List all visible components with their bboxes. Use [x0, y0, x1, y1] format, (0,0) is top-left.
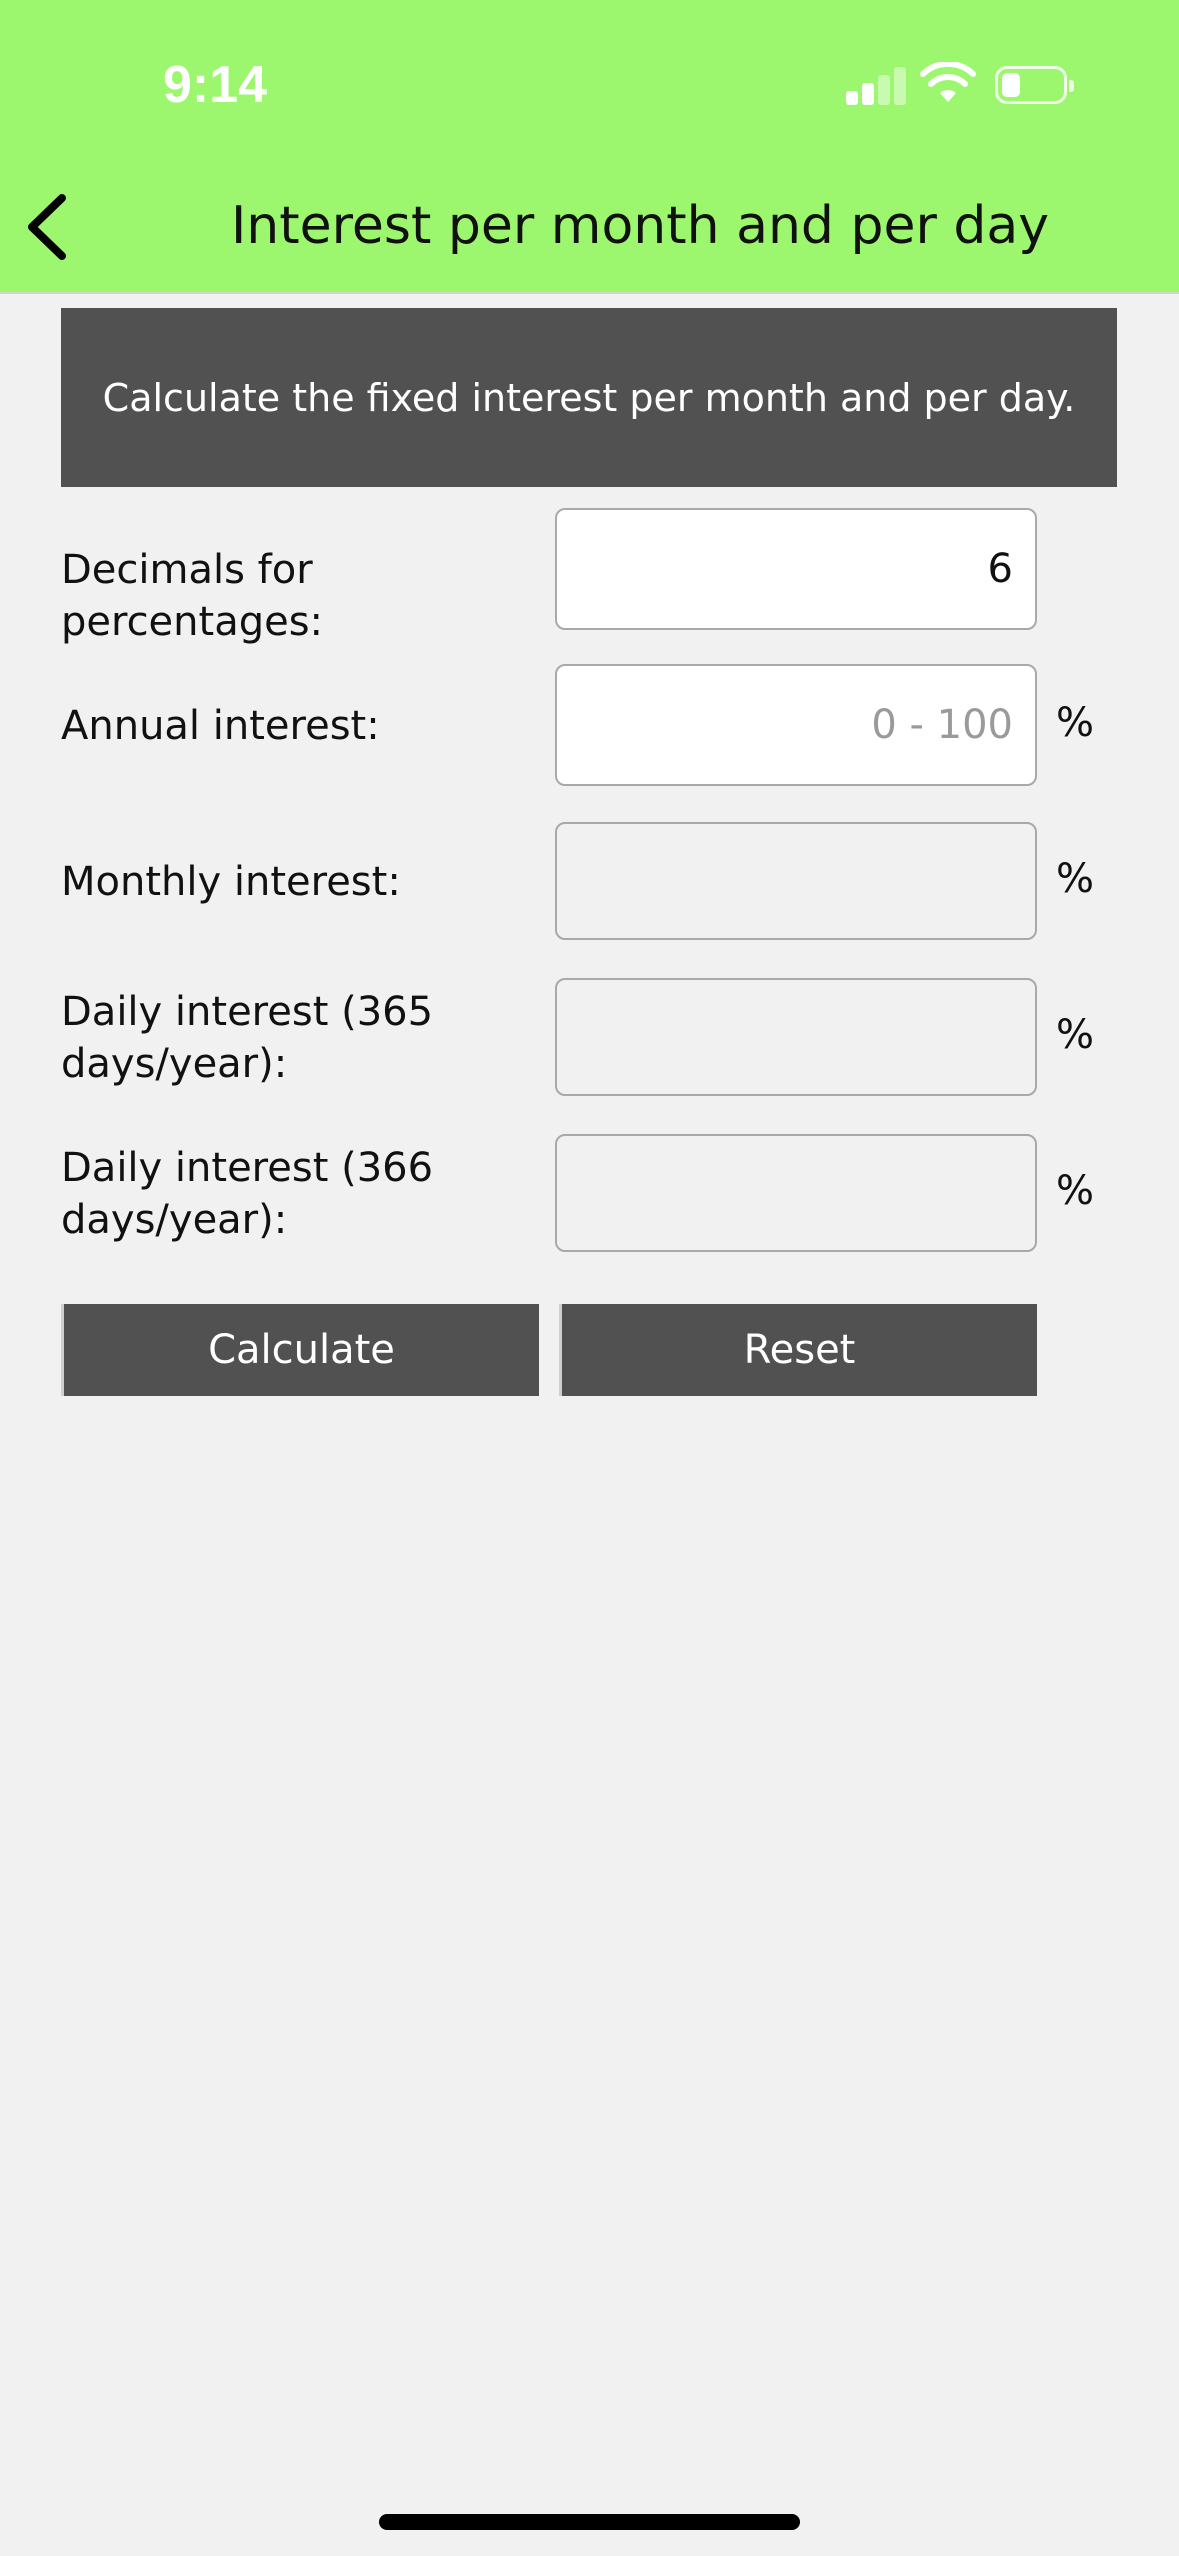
daily-365-percent-unit: %	[1056, 1012, 1095, 1058]
calculate-button[interactable]: Calculate	[61, 1304, 539, 1396]
daily-366-percent-unit: %	[1056, 1168, 1095, 1214]
monthly-interest-label: Monthly interest:	[61, 859, 401, 905]
daily-366-label: Daily interest (366 days/year):	[61, 1145, 434, 1243]
daily-365-output	[555, 978, 1037, 1096]
status-icons	[840, 60, 1080, 110]
wifi-icon	[920, 62, 976, 102]
annual-interest-label: Annual interest:	[61, 703, 380, 749]
annual-percent-unit: %	[1056, 700, 1095, 746]
status-time: 9:14	[163, 56, 268, 114]
decimals-input[interactable]	[555, 508, 1037, 630]
monthly-interest-output	[555, 822, 1037, 940]
battery-icon	[995, 66, 1074, 104]
chevron-left-icon	[28, 194, 66, 260]
annual-interest-input[interactable]	[555, 664, 1037, 786]
monthly-percent-unit: %	[1056, 856, 1095, 902]
decimals-label: Decimals for percentages:	[61, 547, 324, 645]
description-panel: Calculate the fixed interest per month a…	[61, 308, 1117, 487]
daily-365-label: Daily interest (365 days/year):	[61, 989, 434, 1087]
daily-366-output	[555, 1134, 1037, 1252]
app-header: 9:14 Interest per month and per day	[0, 0, 1179, 294]
back-button[interactable]	[18, 190, 78, 265]
reset-button[interactable]: Reset	[559, 1304, 1037, 1396]
page-title: Interest per month and per day	[230, 196, 1050, 256]
cellular-signal-icon	[846, 65, 910, 105]
home-indicator	[379, 2514, 800, 2530]
